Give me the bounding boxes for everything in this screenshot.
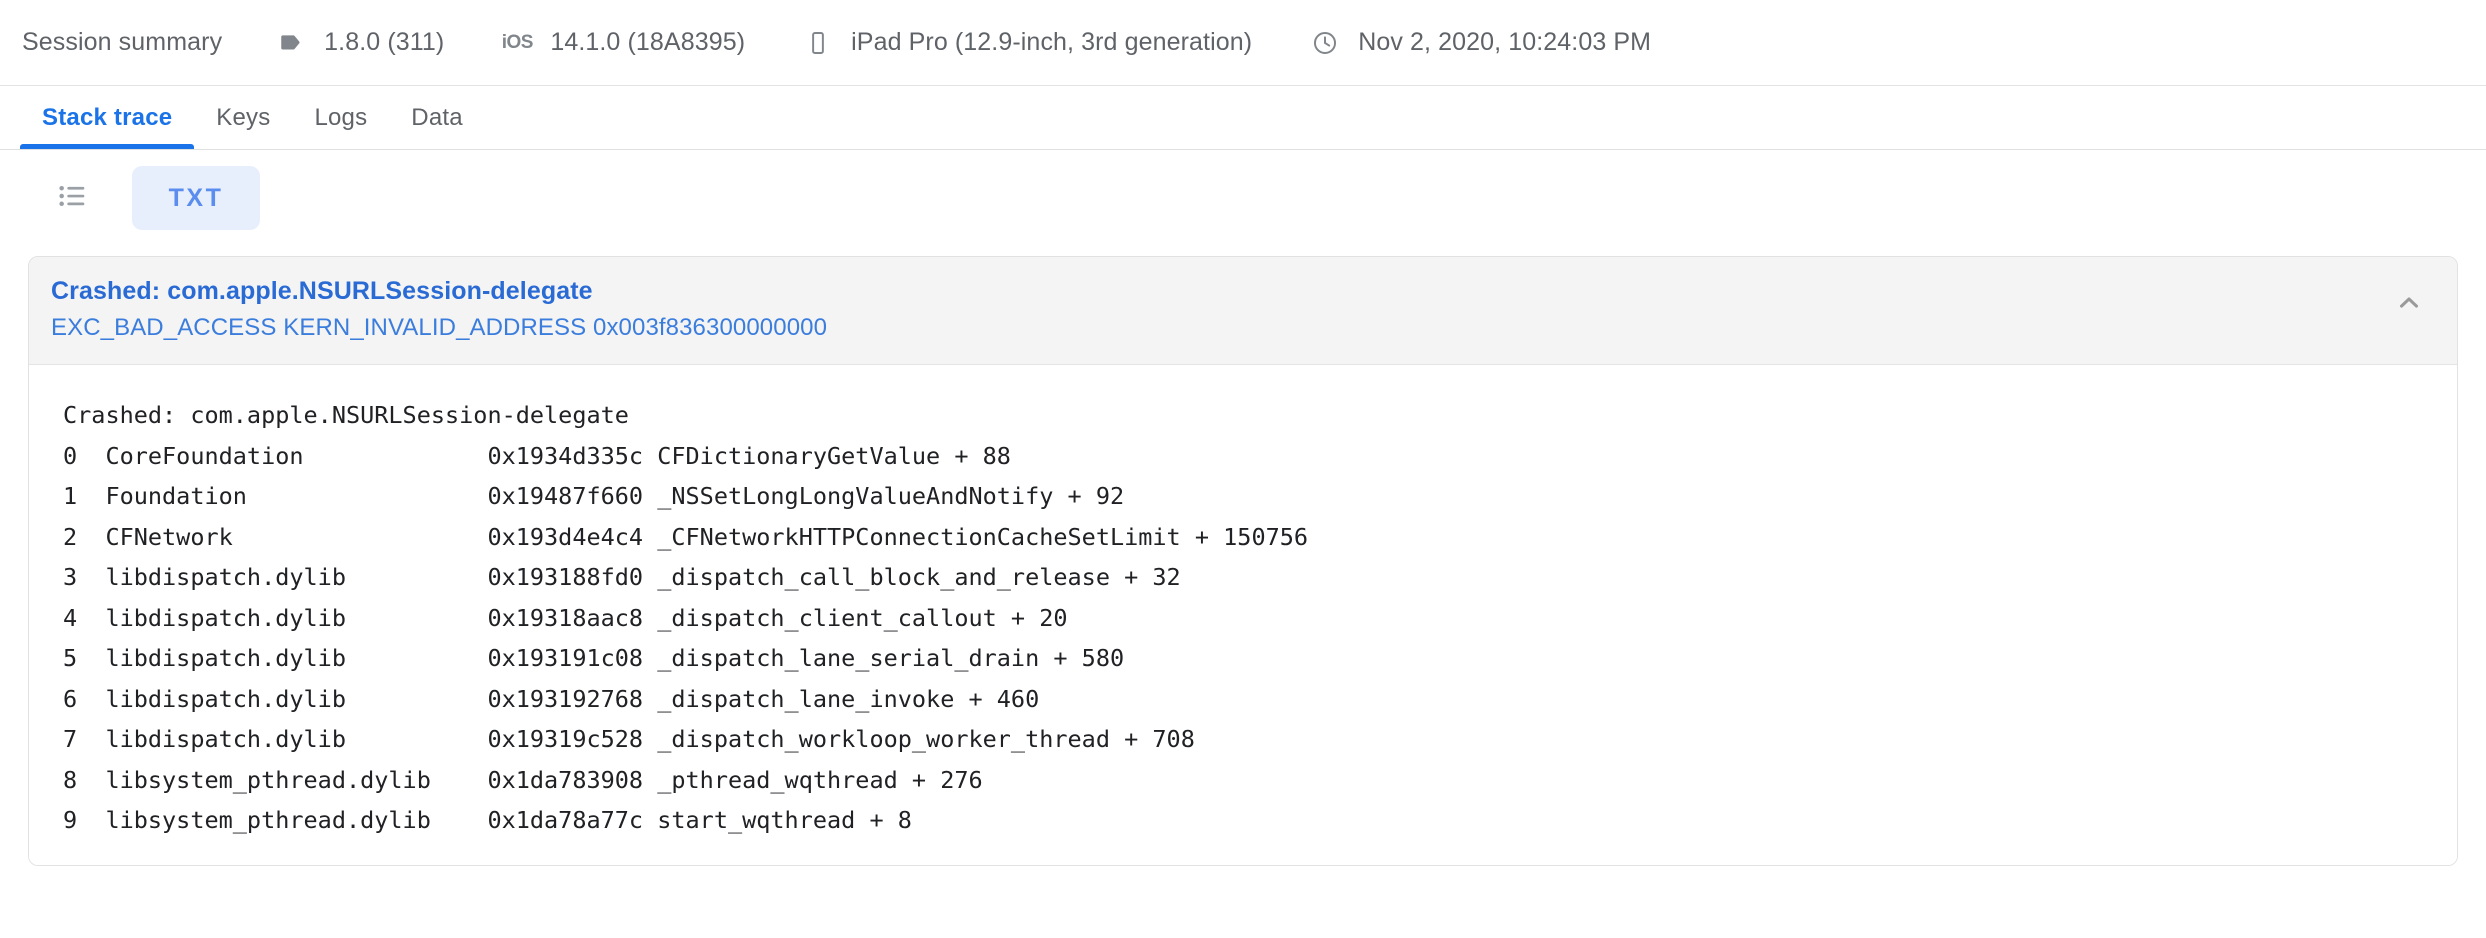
list-view-toggle-button[interactable] xyxy=(46,171,100,225)
session-summary-bar: Session summary 1.8.0 (311) iOS 14.1.0 (… xyxy=(0,0,2486,86)
summary-item-timestamp-label: Nov 2, 2020, 10:24:03 PM xyxy=(1358,28,1652,56)
ios-logo-icon: iOS xyxy=(500,26,534,60)
clock-icon xyxy=(1308,26,1342,60)
crash-exception-subtitle: EXC_BAD_ACCESS KERN_INVALID_ADDRESS 0x00… xyxy=(51,314,828,341)
txt-view-toggle-label: TXT xyxy=(168,183,224,212)
summary-item-device: iPad Pro (12.9-inch, 3rd generation) xyxy=(801,26,1252,60)
summary-item-os-version-label: 14.1.0 (18A8395) xyxy=(550,28,746,56)
crash-thread-panel-header-texts: Crashed: com.apple.NSURLSession-delegate… xyxy=(51,277,2385,342)
tab-stack-trace-label: Stack trace xyxy=(42,103,173,131)
chevron-up-icon xyxy=(2394,288,2424,323)
panel-collapse-button[interactable] xyxy=(2385,281,2433,329)
summary-item-device-label: iPad Pro (12.9-inch, 3rd generation) xyxy=(851,28,1253,56)
tab-data[interactable]: Data xyxy=(389,86,485,149)
summary-item-app-version-label: 1.8.0 (311) xyxy=(324,28,445,56)
crash-thread-panel-body: Crashed: com.apple.NSURLSession-delegate… xyxy=(29,365,2457,865)
tab-keys-label: Keys xyxy=(216,103,271,131)
stack-trace-view-toolbar: TXT xyxy=(0,150,2486,246)
tab-logs-label: Logs xyxy=(314,103,368,131)
summary-item-app-version: 1.8.0 (311) xyxy=(274,26,444,60)
summary-item-os-version: iOS 14.1.0 (18A8395) xyxy=(500,26,745,60)
detail-tabbar: Stack trace Keys Logs Data xyxy=(0,86,2486,150)
session-summary-title: Session summary xyxy=(22,28,223,56)
crash-thread-title: Crashed: com.apple.NSURLSession-delegate xyxy=(51,277,593,305)
stack-trace-text: Crashed: com.apple.NSURLSession-delegate… xyxy=(63,401,1309,834)
txt-view-toggle-button[interactable]: TXT xyxy=(132,166,260,230)
mobile-device-icon xyxy=(801,26,835,60)
tab-keys[interactable]: Keys xyxy=(194,86,292,149)
ios-logo-text: iOS xyxy=(501,31,534,53)
tab-data-label: Data xyxy=(411,103,463,131)
crash-thread-panel: Crashed: com.apple.NSURLSession-delegate… xyxy=(28,256,2458,866)
summary-item-timestamp: Nov 2, 2020, 10:24:03 PM xyxy=(1308,26,1651,60)
app-version-tag-icon xyxy=(274,26,308,60)
list-view-icon xyxy=(56,179,90,218)
tab-stack-trace[interactable]: Stack trace xyxy=(20,86,195,149)
tab-logs[interactable]: Logs xyxy=(292,86,389,149)
crash-thread-panel-header[interactable]: Crashed: com.apple.NSURLSession-delegate… xyxy=(29,257,2457,365)
